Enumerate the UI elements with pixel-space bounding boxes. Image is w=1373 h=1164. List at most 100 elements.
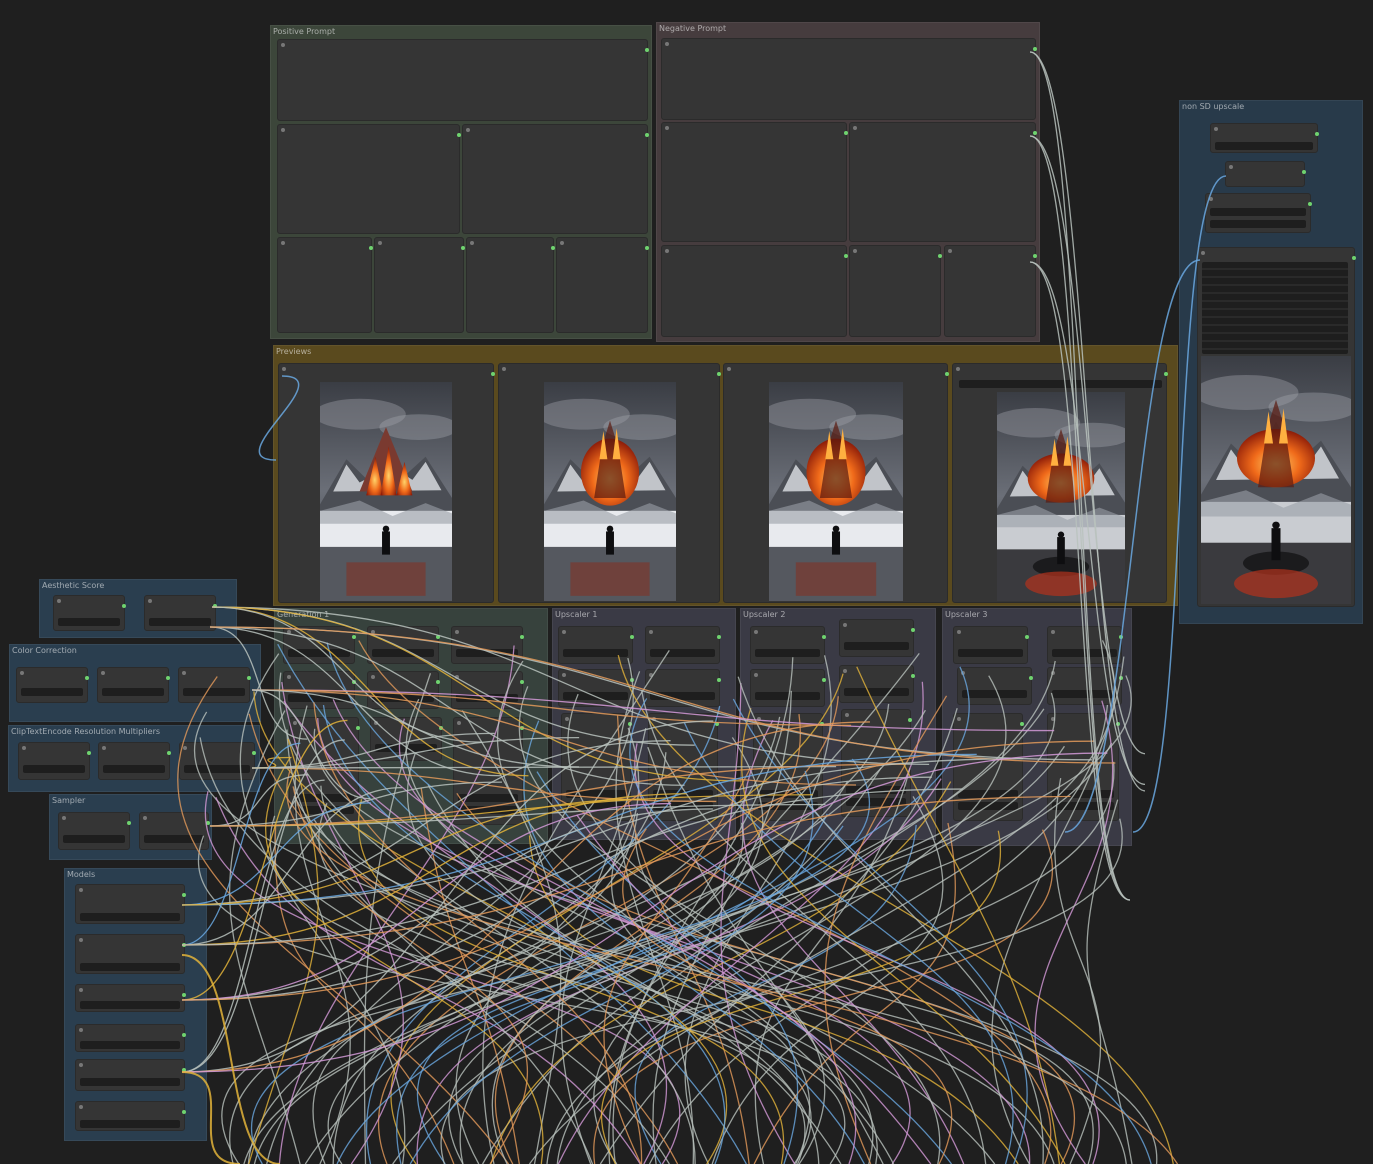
input-slot-dot[interactable]	[1051, 671, 1055, 675]
output-slot-dot[interactable]	[491, 372, 495, 376]
output-slot-dot[interactable]	[717, 678, 721, 682]
node-upscale-image[interactable]	[1205, 193, 1312, 233]
output-slot-dot[interactable]	[182, 1110, 186, 1114]
node-up1-a1[interactable]	[558, 626, 634, 664]
node-model-clip[interactable]	[75, 1024, 186, 1052]
input-slot-dot[interactable]	[1201, 251, 1205, 255]
input-slot-dot[interactable]	[102, 746, 106, 750]
node-color-b[interactable]	[97, 667, 170, 703]
output-slot-dot[interactable]	[352, 680, 356, 684]
output-slot-dot[interactable]	[436, 680, 440, 684]
node-up1-b2[interactable]	[645, 669, 721, 707]
output-slot-dot[interactable]	[352, 635, 356, 639]
node-positive-b[interactable]	[462, 124, 649, 234]
input-slot-dot[interactable]	[1051, 717, 1055, 721]
input-slot-dot[interactable]	[287, 630, 291, 634]
output-slot-dot[interactable]	[945, 372, 949, 376]
input-slot-dot[interactable]	[22, 746, 26, 750]
input-slot-dot[interactable]	[948, 249, 952, 253]
input-slot-dot[interactable]	[845, 713, 849, 717]
output-slot-dot[interactable]	[630, 635, 634, 639]
node-upscale-output[interactable]	[1197, 247, 1356, 607]
node-gen-a1[interactable]	[283, 626, 356, 664]
node-model-vae[interactable]	[75, 984, 186, 1012]
group-generation-1[interactable]: Generation 1	[274, 608, 548, 844]
output-slot-dot[interactable]	[167, 751, 171, 755]
input-slot-dot[interactable]	[754, 673, 758, 677]
output-slot-dot[interactable]	[87, 751, 91, 755]
node-up2-sampler[interactable]	[753, 713, 824, 821]
node-clip-c[interactable]	[179, 742, 256, 780]
node-preview-upscaler-2[interactable]	[723, 363, 949, 603]
node-negative-c[interactable]	[661, 245, 848, 337]
node-clip-a[interactable]	[18, 742, 91, 780]
input-slot-dot[interactable]	[287, 675, 291, 679]
output-slot-dot[interactable]	[436, 635, 440, 639]
output-slot-dot[interactable]	[1164, 372, 1168, 376]
node-aesthetic-negative[interactable]	[144, 595, 217, 631]
output-slot-dot[interactable]	[551, 246, 555, 250]
output-slot-dot[interactable]	[520, 680, 524, 684]
node-model-checkpoint[interactable]	[75, 884, 186, 924]
node-sampler-a[interactable]	[58, 812, 131, 850]
input-slot-dot[interactable]	[757, 717, 761, 721]
input-slot-dot[interactable]	[853, 126, 857, 130]
group-models[interactable]: Models	[64, 868, 207, 1141]
input-slot-dot[interactable]	[148, 599, 152, 603]
input-slot-dot[interactable]	[101, 671, 105, 675]
input-slot-dot[interactable]	[560, 241, 564, 245]
output-slot-dot[interactable]	[206, 821, 210, 825]
node-gen-a2[interactable]	[367, 626, 440, 664]
input-slot-dot[interactable]	[79, 938, 83, 942]
node-positive-c[interactable]	[277, 237, 373, 333]
node-up3-decode[interactable]	[1047, 713, 1120, 821]
node-up2-decode[interactable]	[841, 709, 912, 817]
output-slot-dot[interactable]	[822, 678, 826, 682]
input-slot-dot[interactable]	[957, 717, 961, 721]
output-slot-dot[interactable]	[1116, 722, 1120, 726]
node-up2-a1[interactable]	[750, 626, 826, 664]
input-slot-dot[interactable]	[281, 43, 285, 47]
node-gen-a3[interactable]	[451, 626, 524, 664]
output-slot-dot[interactable]	[1119, 635, 1123, 639]
node-negative-e[interactable]	[944, 245, 1037, 337]
group-negative-prompt[interactable]: Negative Prompt	[656, 22, 1040, 342]
node-up3-sampler[interactable]	[953, 713, 1024, 821]
node-gen-b2[interactable]	[367, 671, 440, 709]
node-positive-a[interactable]	[277, 124, 461, 234]
output-slot-dot[interactable]	[1119, 676, 1123, 680]
output-slot-dot[interactable]	[1029, 676, 1033, 680]
node-up3-a2[interactable]	[1047, 626, 1123, 664]
output-slot-dot[interactable]	[1025, 635, 1029, 639]
input-slot-dot[interactable]	[143, 816, 147, 820]
output-slot-dot[interactable]	[127, 821, 131, 825]
node-gen-encode[interactable]	[370, 717, 443, 761]
output-slot-dot[interactable]	[938, 254, 942, 258]
input-slot-dot[interactable]	[378, 241, 382, 245]
output-slot-dot[interactable]	[166, 676, 170, 680]
input-slot-dot[interactable]	[502, 367, 506, 371]
output-slot-dot[interactable]	[356, 726, 360, 730]
node-aesthetic-positive[interactable]	[53, 595, 126, 631]
input-slot-dot[interactable]	[665, 126, 669, 130]
input-slot-dot[interactable]	[281, 128, 285, 132]
input-slot-dot[interactable]	[20, 671, 24, 675]
output-slot-dot[interactable]	[1020, 722, 1024, 726]
group-positive-prompt[interactable]: Positive Prompt	[270, 25, 652, 339]
output-slot-dot[interactable]	[439, 726, 443, 730]
output-slot-dot[interactable]	[1033, 131, 1037, 135]
output-slot-dot[interactable]	[844, 254, 848, 258]
input-slot-dot[interactable]	[961, 671, 965, 675]
output-slot-dot[interactable]	[122, 604, 126, 608]
node-sampler-b[interactable]	[139, 812, 210, 850]
node-upscale-model[interactable]	[1225, 161, 1306, 187]
group-clip-multipliers[interactable]: ClipTextEncode Resolution Multipliers	[8, 725, 260, 792]
output-slot-dot[interactable]	[630, 678, 634, 682]
input-slot-dot[interactable]	[79, 1105, 83, 1109]
node-gen-decode[interactable]	[453, 717, 524, 825]
output-slot-dot[interactable]	[182, 893, 186, 897]
node-model-refiner[interactable]	[75, 934, 186, 974]
output-slot-dot[interactable]	[369, 246, 373, 250]
input-slot-dot[interactable]	[754, 630, 758, 634]
input-slot-dot[interactable]	[455, 630, 459, 634]
